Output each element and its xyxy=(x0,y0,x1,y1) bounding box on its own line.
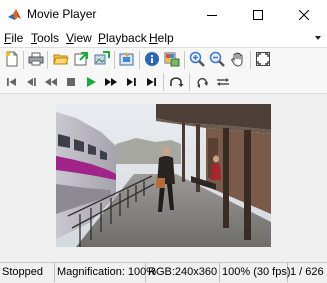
zoom-out-icon xyxy=(209,51,225,67)
file-toolbar xyxy=(0,47,327,72)
play-back-and-forth-icon xyxy=(217,78,229,86)
video-display-area xyxy=(0,94,327,262)
next-frame-button[interactable] xyxy=(122,73,140,91)
menu-overflow-arrow-icon[interactable] xyxy=(313,33,323,43)
play-icon xyxy=(87,77,96,87)
info-button[interactable] xyxy=(143,50,161,68)
maximize-button[interactable] xyxy=(235,0,281,29)
go-to-start-icon xyxy=(7,78,16,86)
menu-file[interactable]: File xyxy=(4,31,23,45)
menu-playback[interactable]: Playback xyxy=(98,31,147,45)
video-frame xyxy=(56,104,271,247)
loop-button[interactable] xyxy=(194,73,212,91)
print-icon xyxy=(28,52,44,66)
title-bar[interactable]: Movie Player xyxy=(0,0,327,29)
export-icon xyxy=(74,52,88,66)
zoom-in-icon xyxy=(189,51,205,67)
fit-to-window-icon xyxy=(256,52,270,66)
frame-counter: 1 / 626 xyxy=(290,266,324,278)
menu-tools[interactable]: Tools xyxy=(31,31,59,45)
zoom-out-button[interactable] xyxy=(208,50,226,68)
pan-hand-icon xyxy=(231,52,243,67)
go-to-end-icon xyxy=(147,78,156,86)
close-button[interactable] xyxy=(281,0,327,29)
play-button[interactable] xyxy=(82,73,100,91)
maximize-icon xyxy=(253,9,263,20)
image-export-icon xyxy=(94,51,110,65)
close-icon xyxy=(299,9,309,20)
colormap-button[interactable] xyxy=(163,50,181,68)
jump-to-icon xyxy=(170,77,184,87)
fit-to-window-button[interactable] xyxy=(254,50,272,68)
previous-frame-button[interactable] xyxy=(22,73,40,91)
menu-bar: File Tools View Playback Help xyxy=(0,29,327,47)
stop-icon xyxy=(67,78,75,86)
play-back-and-forth-button[interactable] xyxy=(214,73,232,91)
minimize-button[interactable] xyxy=(189,0,235,29)
import-video-icon xyxy=(119,52,134,66)
loop-icon xyxy=(197,77,208,88)
new-file-button[interactable] xyxy=(3,50,21,68)
rewind-icon xyxy=(45,78,57,86)
format-readout: RGB:240x360 xyxy=(146,263,220,282)
fast-forward-button[interactable] xyxy=(102,73,120,91)
speed-readout: 100% (30 fps) xyxy=(220,263,290,282)
go-to-end-button[interactable] xyxy=(142,73,160,91)
open-folder-button[interactable] xyxy=(52,50,70,68)
menu-view[interactable]: View xyxy=(66,31,92,45)
fast-forward-icon xyxy=(105,78,117,86)
pan-button[interactable] xyxy=(229,50,247,68)
rewind-button[interactable] xyxy=(42,73,60,91)
next-frame-icon xyxy=(127,78,136,86)
colormap-icon xyxy=(164,52,180,67)
status-bar: Stopped Magnification: 100% RGB:240x360 … xyxy=(0,262,327,283)
playback-toolbar xyxy=(0,71,327,94)
info-icon xyxy=(145,52,159,66)
jump-to-button[interactable] xyxy=(168,73,186,91)
print-button[interactable] xyxy=(27,50,45,68)
go-to-start-button[interactable] xyxy=(3,73,21,91)
movie-player-window: Movie Player File Tools View Playback He… xyxy=(0,0,327,283)
image-export-button[interactable] xyxy=(93,50,111,68)
stop-button[interactable] xyxy=(62,73,80,91)
magnification-readout: Magnification: 100% xyxy=(55,263,156,282)
matlab-app-icon xyxy=(7,7,22,22)
import-video-button[interactable] xyxy=(118,50,136,68)
window-title: Movie Player xyxy=(27,7,97,21)
open-folder-icon xyxy=(53,54,69,65)
menu-help[interactable]: Help xyxy=(149,31,174,45)
minimize-icon xyxy=(207,14,217,16)
export-button[interactable] xyxy=(72,50,90,68)
new-file-icon xyxy=(6,51,18,67)
previous-frame-icon xyxy=(27,78,36,86)
playback-state: Stopped xyxy=(0,263,55,282)
zoom-in-button[interactable] xyxy=(188,50,206,68)
